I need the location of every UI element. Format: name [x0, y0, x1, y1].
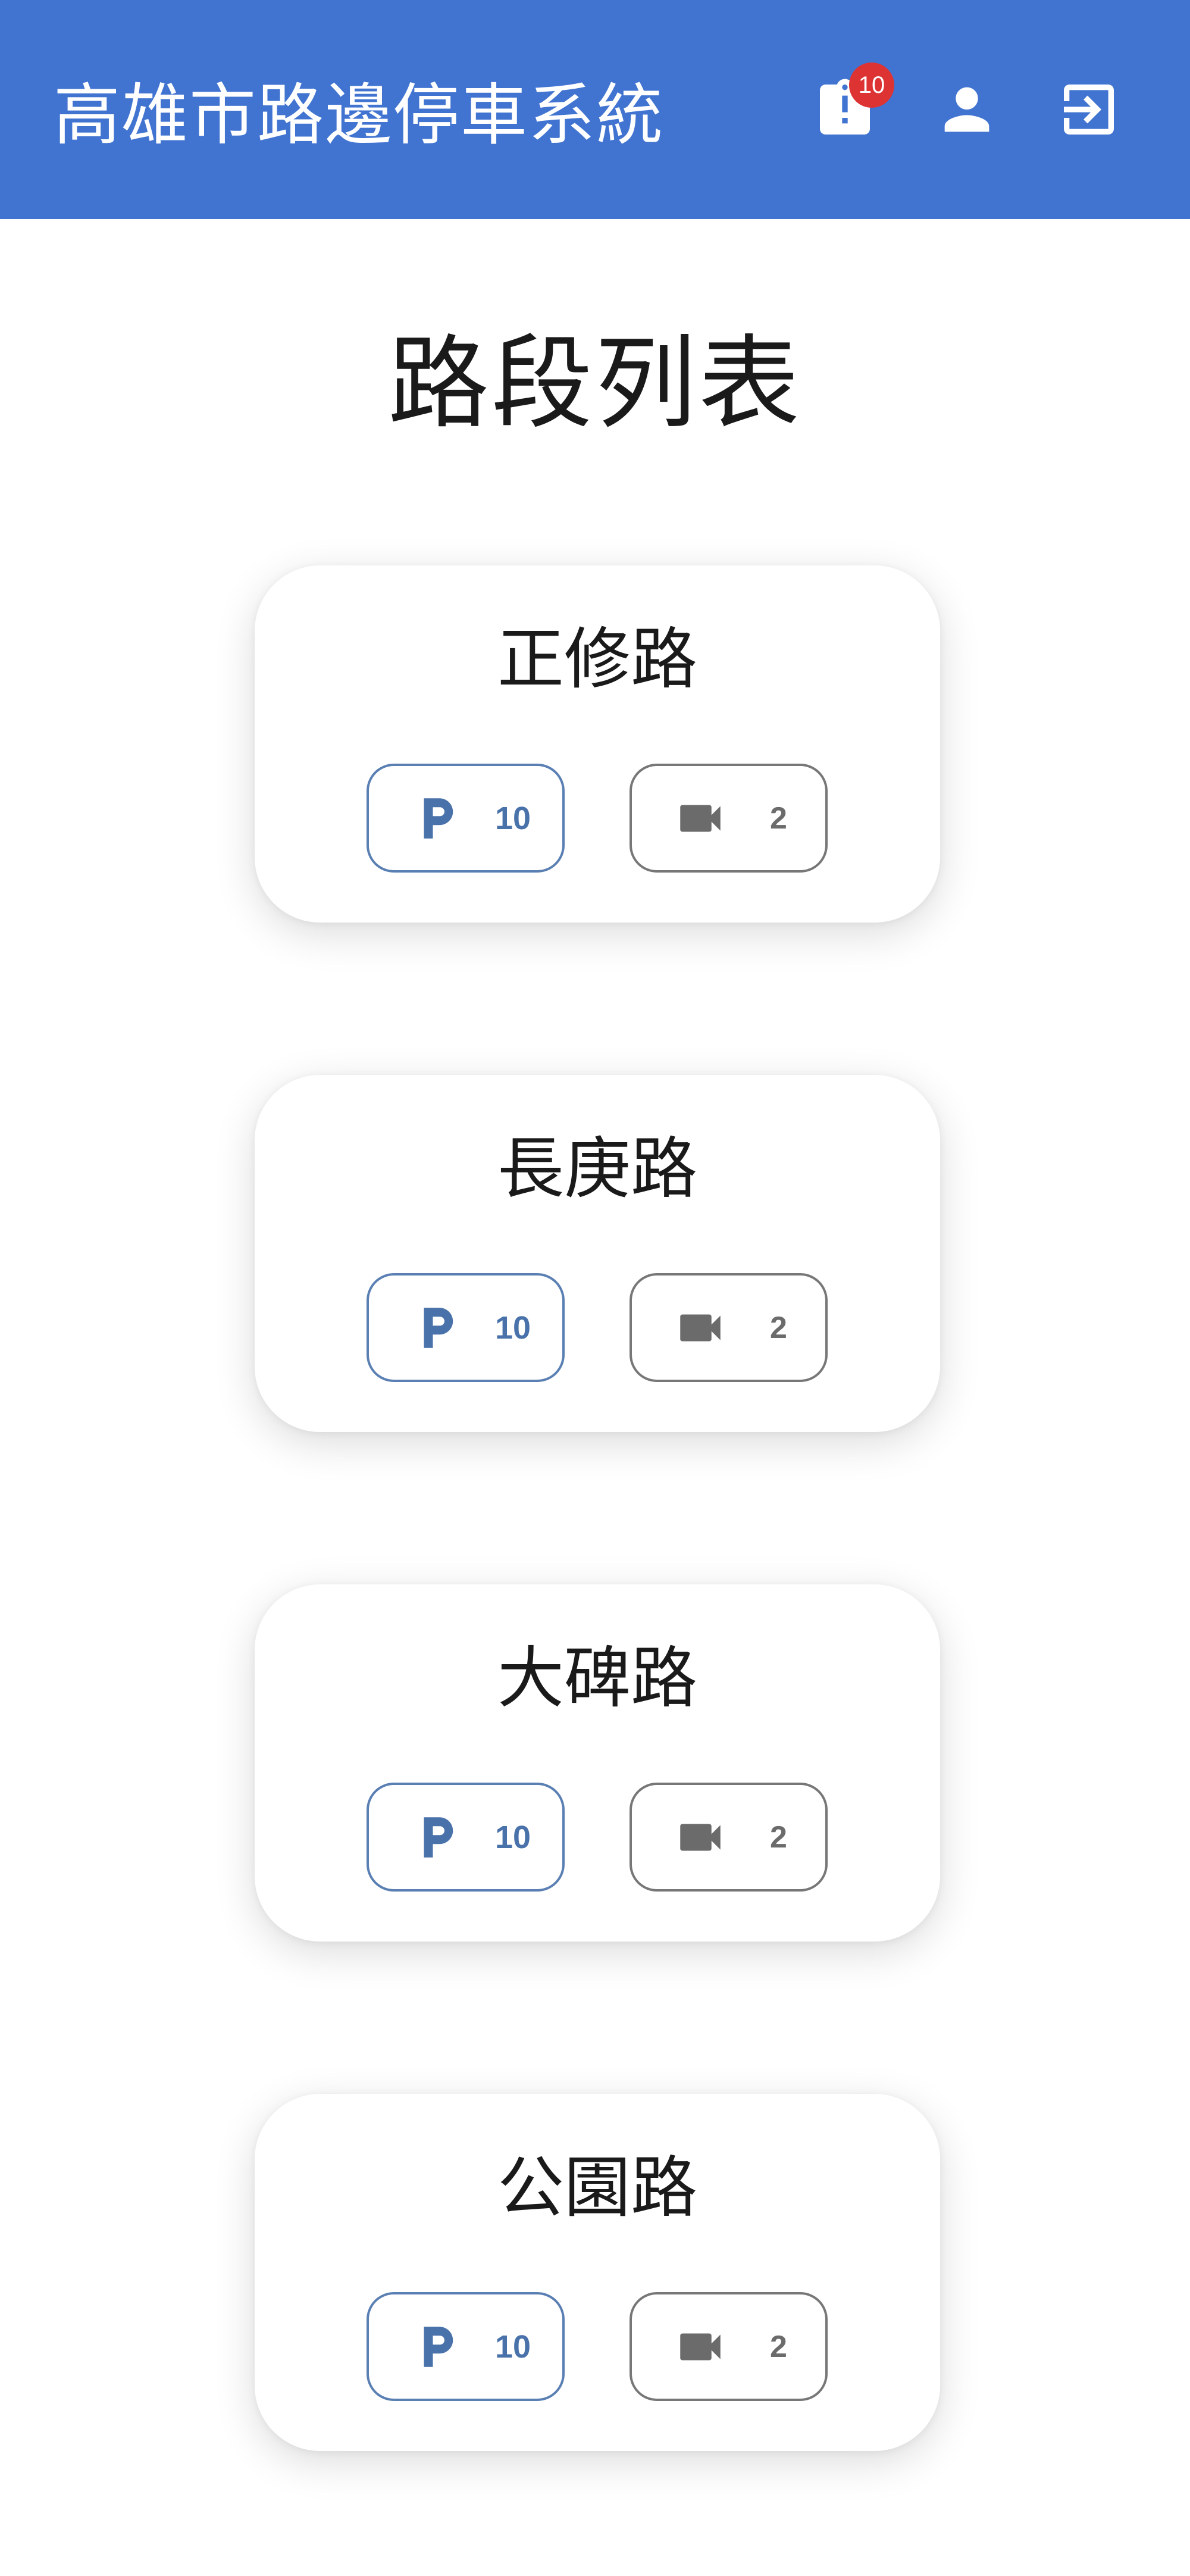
logout-icon — [1056, 76, 1122, 143]
cameras-chip[interactable]: 2 — [630, 2292, 828, 2401]
parking-count: 10 — [495, 1309, 531, 1346]
parking-icon — [411, 2320, 464, 2374]
parking-icon — [411, 1811, 464, 1864]
notification-badge: 10 — [849, 62, 894, 108]
videocam-icon — [674, 1811, 727, 1864]
cameras-chip[interactable]: 2 — [630, 764, 828, 873]
camera-count: 2 — [770, 2329, 787, 2364]
person-icon — [934, 76, 1000, 143]
road-card[interactable]: 公園路 10 2 — [255, 2094, 940, 2451]
parking-count: 10 — [495, 800, 531, 836]
notifications-button[interactable]: 10 — [806, 62, 894, 148]
app-bar-actions: 10 — [806, 62, 1128, 148]
road-name: 大碑路 — [497, 1640, 697, 1717]
parking-icon — [411, 792, 464, 845]
road-card[interactable]: 大碑路 10 2 — [255, 1584, 940, 1942]
cameras-chip[interactable]: 2 — [630, 1783, 828, 1892]
road-name: 長庚路 — [497, 1130, 697, 1208]
videocam-icon — [674, 2320, 727, 2374]
app-title: 高雄市路邊停車系統 — [54, 77, 664, 154]
videocam-icon — [674, 1301, 727, 1355]
app-bar: 高雄市路邊停車系統 10 — [0, 0, 1190, 219]
parking-spaces-chip[interactable]: 10 — [367, 2292, 565, 2401]
cameras-chip[interactable]: 2 — [630, 1273, 828, 1382]
parking-spaces-chip[interactable]: 10 — [367, 764, 565, 873]
road-card[interactable]: 正修路 10 2 — [255, 565, 940, 923]
parking-spaces-chip[interactable]: 10 — [367, 1783, 565, 1892]
account-button[interactable] — [928, 71, 1006, 148]
camera-count: 2 — [770, 1820, 787, 1855]
parking-spaces-chip[interactable]: 10 — [367, 1273, 565, 1382]
logout-button[interactable] — [1050, 71, 1128, 148]
camera-count: 2 — [770, 1310, 787, 1345]
parking-icon — [411, 1301, 464, 1355]
parking-count: 10 — [495, 2328, 531, 2365]
road-card[interactable]: 長庚路 10 2 — [255, 1075, 940, 1432]
videocam-icon — [674, 792, 727, 845]
camera-count: 2 — [770, 801, 787, 836]
page-heading: 路段列表 — [387, 325, 802, 443]
road-name: 公園路 — [497, 2149, 697, 2227]
road-name: 正修路 — [497, 621, 697, 698]
parking-count: 10 — [495, 1819, 531, 1855]
